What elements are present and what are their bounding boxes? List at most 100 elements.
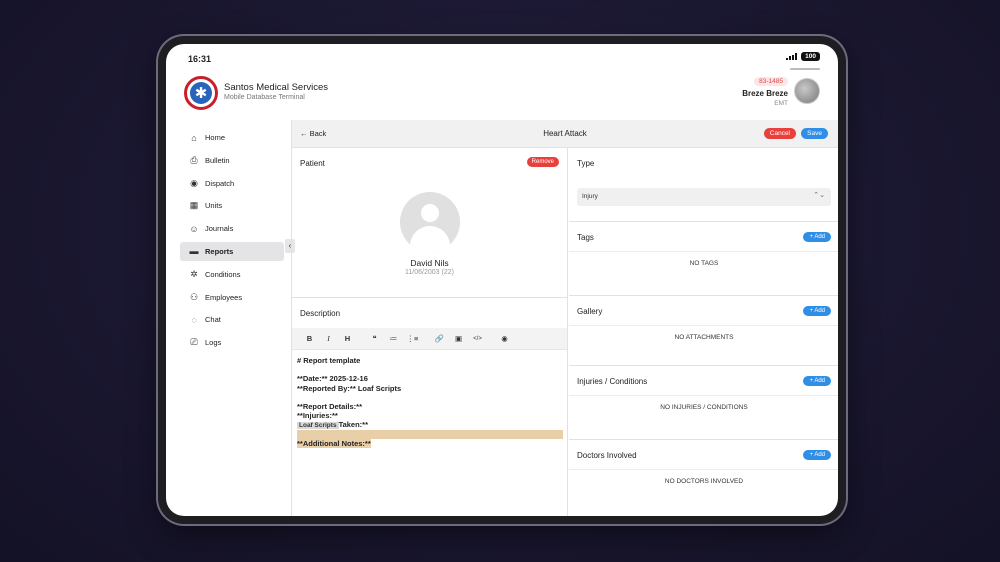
user-role: EMT	[774, 100, 788, 107]
tags-title: Tags	[577, 233, 594, 242]
bullet-list-button[interactable]: ≔	[384, 334, 403, 343]
bookmark-icon: ⎙	[190, 154, 198, 165]
editor-line: **Date:** 2025-12-16	[297, 374, 368, 384]
editor-line: Loaf Scripts Taken:**	[297, 420, 369, 430]
description-title: Description	[300, 309, 341, 318]
sidebar-item-chat[interactable]: ◌ Chat	[180, 310, 284, 329]
patient-card[interactable]: David Nils 11/06/2003 (22)	[292, 178, 567, 298]
save-button[interactable]: Save	[801, 128, 828, 139]
gallery-header: Gallery + Add	[569, 296, 838, 326]
sidebar-item-label: Dispatch	[205, 178, 235, 188]
status-time: 16:31	[188, 54, 212, 64]
org-logo: ✱	[184, 76, 218, 110]
editor-line: **Additional Notes:**	[297, 438, 371, 448]
broadcast-icon: ◉	[190, 177, 198, 188]
image-button[interactable]: ▣	[449, 334, 468, 343]
org-subtitle: Mobile Database Terminal	[224, 94, 305, 101]
autocomplete-tooltip[interactable]: Loaf Scripts	[297, 422, 339, 430]
type-select[interactable]: Injury ⌃⌄	[577, 188, 831, 206]
injuries-header: Injuries / Conditions + Add	[569, 366, 838, 396]
cancel-button[interactable]: Cancel	[763, 128, 796, 139]
home-icon: ⌂	[191, 132, 197, 143]
sidebar-item-units[interactable]: ▦ Units	[180, 196, 284, 215]
type-header: Type	[569, 148, 838, 178]
add-attachment-button[interactable]: + Add	[803, 306, 831, 316]
status-indicators: 100	[786, 52, 820, 61]
gallery-empty: NO ATTACHMENTS	[569, 326, 838, 366]
sidebar: ⌂ Home ⎙ Bulletin ◉ Dispatch ▦ Units ☺ Journa…	[180, 128, 284, 356]
editor-line: **Report Details:**	[297, 401, 363, 411]
patient-title: Patient	[300, 159, 325, 168]
doctors-title: Doctors Involved	[577, 451, 637, 460]
code-button[interactable]: </>	[468, 336, 487, 342]
doctors-header: Doctors Involved + Add	[569, 440, 838, 470]
patient-avatar	[400, 192, 460, 252]
editor-line: # Report template	[297, 356, 361, 365]
add-doctor-button[interactable]: + Add	[803, 450, 831, 460]
sidebar-item-home[interactable]: ⌂ Home	[180, 128, 284, 147]
folder-icon: ▬	[189, 246, 199, 257]
description-editor[interactable]: # Report template **Date:** 2025-12-16 *…	[292, 350, 567, 510]
tags-header: Tags + Add	[569, 222, 838, 252]
sidebar-item-label: Employees	[205, 292, 243, 302]
gear-icon: ✲	[190, 268, 198, 279]
editor-line-selected	[297, 429, 563, 439]
top-handle	[790, 68, 820, 70]
sidebar-item-journals[interactable]: ☺ Journals	[180, 219, 284, 238]
app-header: ✱ Santos Medical Services Mobile Databas…	[166, 72, 838, 116]
editor-toolbar: B I H ❝ ≔ ⋮≡ 🔗 ▣ </> ◉	[292, 328, 567, 350]
users-icon: ⚇	[189, 291, 199, 302]
report-editor: ← Back Heart Attack Cancel Save Patient …	[291, 120, 838, 516]
editor-line: **Reported By:** Loaf Scripts	[297, 383, 402, 393]
sidebar-item-dispatch[interactable]: ◉ Dispatch	[180, 174, 284, 193]
right-column: Type Injury ⌃⌄ Tags + Add NO TAGS Galler…	[569, 148, 838, 516]
patient-dob: 11/06/2003 (22)	[405, 269, 454, 276]
sidebar-item-conditions[interactable]: ✲ Conditions	[180, 265, 284, 284]
sidebar-item-employees[interactable]: ⚇ Employees	[180, 288, 284, 307]
link-button[interactable]: 🔗	[430, 334, 449, 343]
page-title: Heart Attack	[543, 129, 587, 138]
add-tag-button[interactable]: + Add	[803, 232, 831, 242]
sidebar-item-label: Conditions	[205, 269, 241, 279]
sidebar-item-label: Journals	[205, 224, 234, 234]
grid-icon: ▦	[189, 200, 199, 211]
chevron-updown-icon: ⌃⌄	[813, 192, 825, 199]
user-name: Breze Breze	[742, 89, 788, 98]
person-placeholder-icon	[421, 204, 439, 222]
sidebar-item-label: Units	[205, 201, 223, 211]
chat-icon: ◌	[191, 314, 197, 325]
quote-button[interactable]: ❝	[365, 334, 384, 343]
title-bar: ← Back Heart Attack Cancel Save	[292, 120, 838, 148]
italic-button[interactable]: I	[319, 334, 338, 343]
gallery-title: Gallery	[577, 307, 603, 316]
bold-button[interactable]: B	[300, 334, 319, 343]
sidebar-item-label: Logs	[205, 338, 222, 348]
left-column: Patient Remove David Nils 11/06/2003 (22…	[292, 148, 568, 516]
user-callsign-badge: 83-1485	[754, 77, 788, 86]
user-avatar[interactable]	[794, 78, 820, 104]
star-of-life-icon: ✱	[190, 82, 212, 104]
remove-patient-button[interactable]: Remove	[526, 157, 559, 167]
sidebar-item-label: Home	[205, 133, 226, 142]
numbered-list-button[interactable]: ⋮≡	[403, 334, 422, 343]
description-header: Description	[292, 298, 567, 328]
sidebar-item-logs[interactable]: ⎚ Logs	[180, 333, 284, 352]
sidebar-item-label: Reports	[205, 246, 234, 256]
status-bar: 16:31 100	[166, 44, 838, 72]
doctors-empty: NO DOCTORS INVOLVED	[664, 478, 744, 485]
preview-button[interactable]: ◉	[495, 334, 514, 343]
printer-icon: ⎚	[190, 337, 198, 348]
injuries-empty: NO INJURIES / CONDITIONS	[569, 396, 838, 440]
signal-icon	[786, 53, 798, 60]
sidebar-item-bulletin[interactable]: ⎙ Bulletin	[180, 151, 284, 170]
org-name: Santos Medical Services	[224, 82, 329, 93]
patient-header: Patient Remove	[292, 148, 567, 178]
user-icon: ☺	[189, 223, 199, 234]
sidebar-item-label: Bulletin	[205, 155, 230, 165]
sidebar-item-reports[interactable]: ▬ Reports	[180, 241, 284, 261]
type-title: Type	[577, 159, 595, 168]
tags-empty: NO TAGS	[569, 252, 838, 296]
heading-button[interactable]: H	[338, 334, 357, 343]
add-injury-button[interactable]: + Add	[803, 376, 831, 386]
editor-line: **Injuries:**	[297, 411, 338, 421]
